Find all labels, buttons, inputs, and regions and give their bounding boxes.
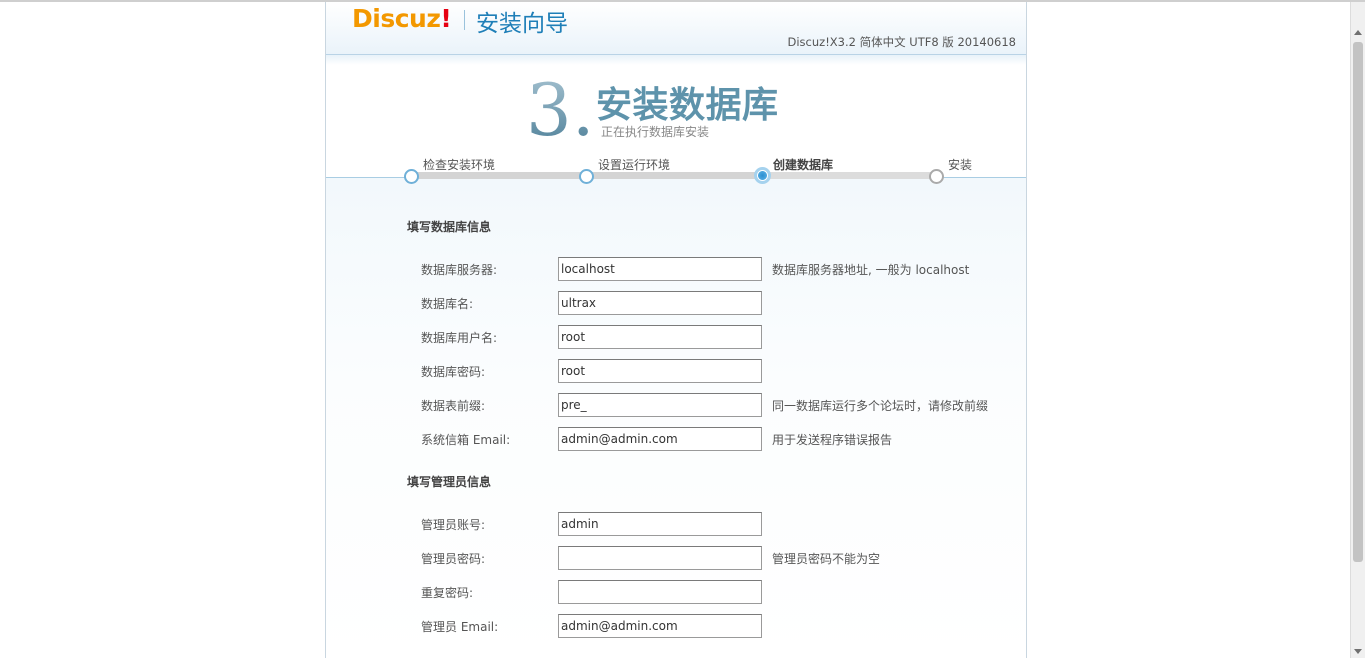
admin-password-hint: 管理员密码不能为空 — [772, 552, 881, 566]
db-host-label: 数据库服务器: — [421, 263, 498, 277]
step-label-create-db: 创建数据库 — [773, 158, 834, 172]
db-host-hint: 数据库服务器地址, 一般为 localhost — [772, 263, 970, 277]
scroll-up-icon[interactable] — [1354, 30, 1362, 35]
db-password-label: 数据库密码: — [421, 365, 486, 379]
db-name-input[interactable] — [558, 291, 762, 315]
db-user-label: 数据库用户名: — [421, 331, 498, 345]
step-number: 3. — [526, 68, 595, 152]
step-subtitle: 正在执行数据库安装 — [601, 125, 710, 139]
repeat-password-input[interactable] — [558, 580, 762, 604]
admin-username-label: 管理员账号: — [421, 518, 486, 532]
header-shadow — [326, 55, 1026, 65]
discuz-logo: Discuz! — [352, 4, 452, 33]
scroll-down-icon[interactable] — [1354, 649, 1362, 654]
db-name-label: 数据库名: — [421, 297, 474, 311]
db-user-input[interactable] — [558, 325, 762, 349]
step-title: 安装数据库 — [596, 85, 779, 126]
admin-section-title: 填写管理员信息 — [407, 475, 492, 489]
admin-username-input[interactable] — [558, 512, 762, 536]
step-label-set-env: 设置运行环境 — [598, 158, 671, 172]
repeat-password-label: 重复密码: — [421, 586, 474, 600]
system-email-input[interactable] — [558, 427, 762, 451]
scrollbar-thumb[interactable] — [1353, 42, 1363, 562]
vertical-scrollbar[interactable] — [1350, 2, 1365, 658]
admin-email-input[interactable] — [558, 614, 762, 638]
db-password-input[interactable] — [558, 359, 762, 383]
step-dot-check-env — [404, 169, 419, 184]
step-dot-set-env — [579, 169, 594, 184]
table-prefix-input[interactable] — [558, 393, 762, 417]
admin-password-label: 管理员密码: — [421, 552, 486, 566]
header-divider — [464, 10, 465, 30]
table-prefix-hint: 同一数据库运行多个论坛时，请修改前缀 — [772, 399, 989, 413]
db-host-input[interactable] — [558, 257, 762, 281]
header: Discuz! 安装向导 Discuz!X3.2 简体中文 UTF8 版 201… — [326, 2, 1026, 55]
wizard-title: 安装向导 — [476, 11, 568, 37]
admin-password-input[interactable] — [558, 546, 762, 570]
table-prefix-label: 数据表前缀: — [421, 399, 486, 413]
system-email-label: 系统信箱 Email: — [421, 433, 511, 447]
install-wizard-page: Discuz! 安装向导 Discuz!X3.2 简体中文 UTF8 版 201… — [325, 2, 1027, 659]
db-section-title: 填写数据库信息 — [407, 220, 492, 234]
system-email-hint: 用于发送程序错误报告 — [772, 433, 893, 447]
admin-email-label: 管理员 Email: — [421, 620, 499, 634]
step-dot-create-db — [754, 167, 771, 184]
step-dot-install — [929, 169, 944, 184]
step-label-install: 安装 — [948, 158, 973, 172]
step-label-check-env: 检查安装环境 — [423, 158, 496, 172]
version-info: Discuz!X3.2 简体中文 UTF8 版 20140618 — [787, 35, 1017, 49]
